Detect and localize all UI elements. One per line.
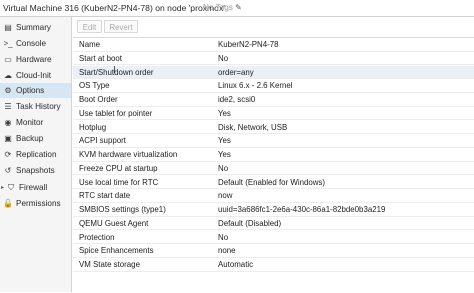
option-value: Yes <box>218 108 231 118</box>
console-icon: >_ <box>3 39 13 48</box>
option-value: Linux 6.x - 2.6 Kernel <box>218 81 293 91</box>
sidebar-item-label: Backup <box>16 134 44 143</box>
table-row[interactable]: Name KuberN2-PN4-78 <box>73 38 474 52</box>
table-row[interactable]: Start at boot No <box>73 52 474 66</box>
option-value: KuberN2-PN4-78 <box>218 40 279 49</box>
table-row[interactable]: QEMU Guest Agent Default (Disabled) <box>73 217 474 231</box>
edit-button[interactable]: Edit <box>77 20 102 33</box>
table-row[interactable]: RTC start date now <box>73 189 474 203</box>
option-value: No <box>218 232 229 242</box>
gear-icon: ⚙ <box>4 86 12 95</box>
option-key: Boot Order <box>79 95 118 104</box>
expand-arrow-icon[interactable]: ▸ <box>1 184 4 191</box>
hardware-icon: ▭ <box>4 55 12 64</box>
shield-icon: ⛉ <box>8 182 14 192</box>
pencil-icon[interactable]: ✎ <box>235 3 242 12</box>
unlock-icon: 🔓 <box>3 199 13 208</box>
option-value: order=any <box>218 67 254 77</box>
sidebar-item-label: Summary <box>16 23 52 32</box>
revert-button[interactable]: Revert <box>104 20 138 33</box>
option-value: Disk, Network, USB <box>218 122 288 132</box>
sidebar-nav: ▤ Summary >_ Console ▭ Hardware ☁ Cloud-Init ⚙ Op… <box>0 17 72 292</box>
sidebar-item-label: Hardware <box>16 55 52 64</box>
sidebar-item-label: Snapshots <box>16 166 55 175</box>
page-title: Virtual Machine 316 (KuberN2-PN4-78) on … <box>3 3 225 13</box>
option-value: Default (Disabled) <box>218 218 282 228</box>
table-row[interactable]: Use tablet for pointer Yes <box>73 107 474 121</box>
sidebar-item-replication[interactable]: ⟳ Replication <box>0 147 71 162</box>
option-key: Use local time for RTC <box>79 177 159 187</box>
table-row[interactable]: Freeze CPU at startup No <box>73 162 474 176</box>
sidebar-item-monitor[interactable]: ◉ Monitor <box>0 115 71 130</box>
option-value: none <box>218 246 236 256</box>
option-key: Protection <box>79 232 115 242</box>
sidebar-item-label: Firewall <box>19 183 48 192</box>
summary-icon: ▤ <box>4 23 12 32</box>
table-row[interactable]: KVM hardware virtualization Yes <box>73 148 474 162</box>
history-icon: ↺ <box>4 166 12 175</box>
option-key: Freeze CPU at startup <box>79 163 158 173</box>
option-value: uuid=3a686fc1-2e6a-430c-86a1-82bde0b3a21… <box>218 205 386 214</box>
option-key: Start at boot <box>79 53 122 63</box>
mouse-cursor-icon: I <box>113 65 116 76</box>
table-row[interactable]: Start/Shutdown order order=any <box>73 65 474 80</box>
list-icon: ☰ <box>4 102 12 111</box>
cloud-icon: ☁ <box>4 71 12 80</box>
table-row[interactable]: Use local time for RTC Default (Enabled f… <box>73 176 474 190</box>
eye-icon: ◉ <box>4 118 12 127</box>
sidebar-item-label: Task History <box>16 102 61 111</box>
option-key: Hotplug <box>79 122 107 132</box>
option-value: No <box>218 53 229 63</box>
option-key: KVM hardware virtualization <box>79 150 178 159</box>
option-key: SMBIOS settings (type1) <box>79 205 166 214</box>
option-key: RTC start date <box>79 191 131 201</box>
option-key: QEMU Guest Agent <box>79 218 149 228</box>
tags-label: No Tags <box>203 3 233 12</box>
sidebar-item-label: Cloud-Init <box>16 71 52 80</box>
sidebar-item-permissions[interactable]: 🔓 Permissions <box>0 196 71 211</box>
option-value: Automatic <box>218 260 254 269</box>
table-row[interactable]: Spice Enhancements none <box>73 244 474 258</box>
options-grid: Name KuberN2-PN4-78 Start at boot No Start/S… <box>73 37 474 293</box>
table-row[interactable]: SMBIOS settings (type1) uuid=3a686fc1-2e6… <box>73 203 474 217</box>
table-row[interactable]: Hotplug Disk, Network, USB <box>73 121 474 135</box>
option-key: Name <box>79 40 101 49</box>
option-value: Yes <box>218 150 231 159</box>
table-row[interactable]: Protection No <box>73 231 474 245</box>
sidebar-item-task-history[interactable]: ☰ Task History <box>0 99 71 114</box>
table-row[interactable]: OS Type Linux 6.x - 2.6 Kernel <box>73 79 474 93</box>
option-value: Default (Enabled for Windows) <box>218 177 326 187</box>
sidebar-item-label: Monitor <box>16 118 44 127</box>
option-value: No <box>218 163 229 173</box>
option-key: OS Type <box>79 81 110 91</box>
table-row[interactable]: Boot Order ide2, scsi0 <box>73 93 474 107</box>
table-row[interactable]: VM State storage Automatic <box>73 258 474 272</box>
option-value: Yes <box>218 136 231 146</box>
title-bar: Virtual Machine 316 (KuberN2-PN4-78) on … <box>0 0 474 17</box>
sidebar-item-hardware[interactable]: ▭ Hardware <box>0 52 71 67</box>
sidebar-item-backup[interactable]: ▣ Backup <box>0 131 71 146</box>
sidebar-item-label: Options <box>16 86 45 95</box>
option-key: Spice Enhancements <box>79 246 154 256</box>
replication-icon: ⟳ <box>4 150 12 159</box>
sidebar-item-firewall[interactable]: ▸ ⛉ Firewall <box>0 180 71 195</box>
sidebar-item-snapshots[interactable]: ↺ Snapshots <box>0 163 71 178</box>
toolbar: Edit Revert <box>73 17 474 35</box>
sidebar-item-options[interactable]: ⚙ Options <box>0 83 71 98</box>
sidebar-item-summary[interactable]: ▤ Summary <box>0 20 71 35</box>
option-key: Start/Shutdown order <box>79 67 154 77</box>
sidebar-item-label: Replication <box>16 150 57 159</box>
sidebar-item-label: Console <box>16 39 47 48</box>
floppy-icon: ▣ <box>4 134 12 143</box>
option-key: Use tablet for pointer <box>79 108 153 118</box>
table-row[interactable]: ACPI support Yes <box>73 134 474 148</box>
sidebar-item-console[interactable]: >_ Console <box>0 36 71 51</box>
sidebar-item-cloud-init[interactable]: ☁ Cloud-Init <box>0 68 71 83</box>
option-key: ACPI support <box>79 136 126 146</box>
sidebar-item-label: Permissions <box>16 199 61 208</box>
option-value: ide2, scsi0 <box>218 95 256 104</box>
tags-button[interactable]: No Tags ✎ <box>203 3 242 12</box>
option-value: now <box>218 191 233 201</box>
option-key: VM State storage <box>79 260 140 269</box>
